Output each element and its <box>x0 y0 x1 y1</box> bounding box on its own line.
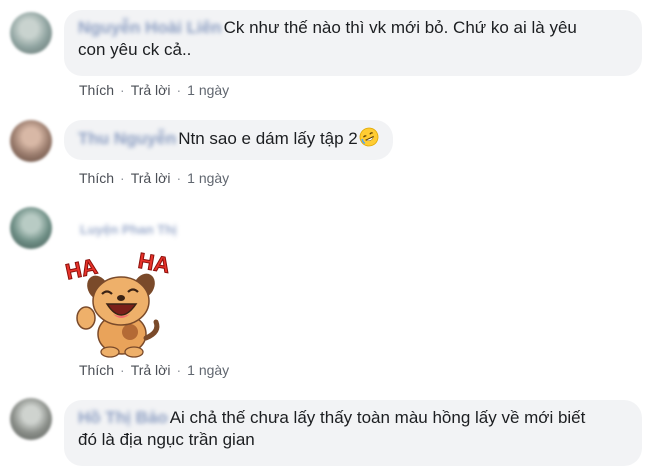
comment-author[interactable]: Nguyễn Hoài Liên <box>78 17 222 39</box>
rolling-on-floor-laughing-icon <box>359 127 379 147</box>
reply-link[interactable]: Trả lời <box>131 362 171 378</box>
comment-author[interactable]: Luyện Phan Thị <box>80 222 177 237</box>
comment-text: Ntn sao e dám lấy tập 2 <box>178 129 358 148</box>
comment-actions: Thích · Trả lời · 1 ngày <box>79 170 230 186</box>
comment-bubble: Hồ Thị Bảo Ai chả thế chưa lấy thấy toàn … <box>64 400 642 466</box>
avatar[interactable] <box>10 398 52 440</box>
like-link[interactable]: Thích <box>79 82 114 98</box>
like-link[interactable]: Thích <box>79 362 114 378</box>
comment-actions: Thích · Trả lời · 1 ngày <box>79 362 230 378</box>
comment-text-line1: Ai chả thế chưa lấy thấy toàn màu hồng l… <box>169 408 586 427</box>
comment-text-line2: con yêu ck cả.. <box>78 40 192 59</box>
comment-text-line2: đó là địa ngục trần gian <box>78 430 255 449</box>
avatar[interactable] <box>10 207 52 249</box>
comment-author[interactable]: Hồ Thị Bảo <box>78 407 168 429</box>
sticker-ha-right: HA <box>136 248 172 278</box>
reply-link[interactable]: Trả lời <box>131 170 171 186</box>
reply-link[interactable]: Trả lời <box>131 82 171 98</box>
like-link[interactable]: Thích <box>79 170 114 186</box>
comment-actions: Thích · Trả lời · 1 ngày <box>79 82 230 98</box>
avatar[interactable] <box>10 120 52 162</box>
timestamp[interactable]: 1 ngày <box>187 362 229 378</box>
timestamp[interactable]: 1 ngày <box>187 82 229 98</box>
timestamp[interactable]: 1 ngày <box>187 170 229 186</box>
comment-text-line1: Ck như thế nào thì vk mới bỏ. Chứ ko ai … <box>223 18 577 37</box>
comment-author[interactable]: Thu Nguyễn <box>78 128 176 150</box>
avatar[interactable] <box>10 12 52 54</box>
comment-bubble: Nguyễn Hoài Liên Ck như thế nào thì vk mớ… <box>64 10 642 76</box>
laughing-dog-sticker-icon: HA HA <box>63 246 176 358</box>
comment-bubble: Thu Nguyễn Ntn sao e dám lấy tập 2 <box>64 120 393 160</box>
